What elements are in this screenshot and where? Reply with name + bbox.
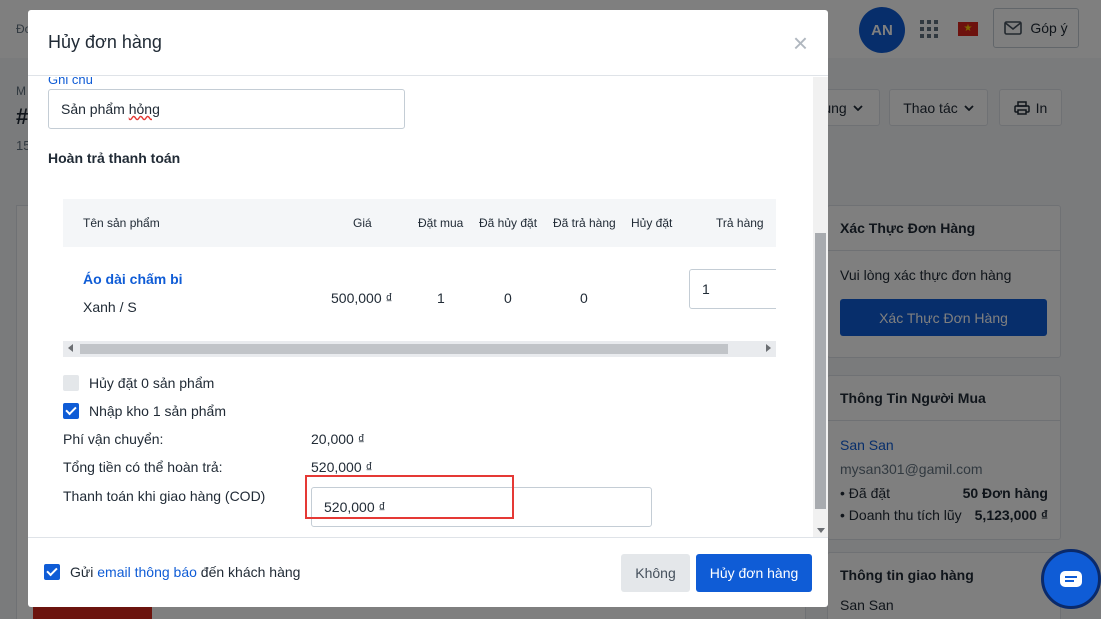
note-label: Ghi chú bbox=[48, 77, 93, 87]
cancel-products-label: Hủy đặt 0 sản phẩm bbox=[89, 375, 215, 391]
cod-label: Thanh toán khi giao hàng (COD) bbox=[63, 488, 266, 504]
chat-support-button[interactable] bbox=[1041, 549, 1101, 609]
product-variant: Xanh / S bbox=[83, 299, 137, 315]
note-value-text: Sản phẩm bbox=[61, 101, 129, 117]
restock-checkbox-row[interactable]: Nhập kho 1 sản phẩm bbox=[63, 403, 226, 419]
dialog-body[interactable]: Ghi chú Sản phẩm hỏng Hoàn trả thanh toá… bbox=[28, 77, 828, 537]
col-cancelled: Đã hủy đặt bbox=[479, 216, 538, 230]
no-button[interactable]: Không bbox=[621, 554, 690, 592]
col-return: Trả hàng bbox=[716, 216, 764, 230]
cancelled-qty: 0 bbox=[504, 290, 512, 306]
note-input[interactable]: Sản phẩm hỏng bbox=[48, 89, 405, 129]
note-value-misspelled: hỏng bbox=[128, 101, 160, 117]
close-icon[interactable]: × bbox=[793, 30, 808, 56]
cod-highlight-box bbox=[305, 475, 514, 519]
scroll-left-icon[interactable] bbox=[68, 344, 73, 352]
col-product: Tên sản phẩm bbox=[83, 216, 160, 230]
refundable-total-value: 520,000 ₫ bbox=[311, 459, 373, 475]
shipping-fee-value: 20,000 ₫ bbox=[311, 431, 365, 447]
notify-suffix: đến khách hàng bbox=[196, 564, 301, 580]
cancel-order-button[interactable]: Hủy đơn hàng bbox=[696, 554, 812, 592]
return-qty-value: 1 bbox=[702, 281, 710, 297]
product-name-link[interactable]: Áo dài chấm bi bbox=[83, 271, 183, 287]
scroll-right-icon[interactable] bbox=[766, 344, 771, 352]
email-notification-link[interactable]: email thông báo bbox=[97, 564, 197, 580]
scroll-thumb[interactable] bbox=[80, 344, 728, 354]
refund-section-title: Hoàn trả thanh toán bbox=[48, 150, 181, 166]
cancel-products-checkbox-row[interactable]: Hủy đặt 0 sản phẩm bbox=[63, 375, 214, 391]
cancel-order-dialog: Hủy đơn hàng × Ghi chú Sản phẩm hỏng Hoà… bbox=[28, 10, 828, 607]
restock-label: Nhập kho 1 sản phẩm bbox=[89, 403, 226, 419]
dialog-footer: Gửi email thông báo đến khách hàng Không… bbox=[28, 537, 828, 607]
col-price: Giá bbox=[353, 216, 372, 230]
refund-products-table: Tên sản phẩm Giá Đặt mua Đã hủy đặt Đã t… bbox=[63, 199, 776, 349]
return-qty-input[interactable]: 1 bbox=[689, 269, 776, 309]
notify-customer-row[interactable]: Gửi email thông báo đến khách hàng bbox=[44, 564, 300, 580]
notify-text: Gửi email thông báo đến khách hàng bbox=[70, 564, 300, 580]
col-cancel: Hủy đặt bbox=[631, 216, 673, 230]
returned-qty: 0 bbox=[580, 290, 588, 306]
ordered-qty: 1 bbox=[437, 290, 445, 306]
table-header: Tên sản phẩm Giá Đặt mua Đã hủy đặt Đã t… bbox=[63, 199, 776, 247]
table-horizontal-scrollbar[interactable] bbox=[63, 341, 776, 357]
restock-checkbox[interactable] bbox=[63, 403, 79, 419]
vertical-scroll-thumb[interactable] bbox=[815, 233, 826, 509]
dialog-vertical-scrollbar[interactable] bbox=[813, 77, 828, 537]
dialog-header: Hủy đơn hàng × bbox=[28, 10, 828, 76]
refundable-total-label: Tổng tiền có thể hoàn trả: bbox=[63, 459, 223, 475]
chat-icon bbox=[1060, 571, 1082, 587]
cancel-products-checkbox[interactable] bbox=[63, 375, 79, 391]
product-price: 500,000 ₫ bbox=[331, 290, 393, 306]
col-returned: Đã trả hàng bbox=[553, 216, 616, 230]
notify-prefix: Gửi bbox=[70, 564, 98, 580]
scroll-down-icon[interactable] bbox=[817, 528, 825, 533]
dialog-title: Hủy đơn hàng bbox=[48, 32, 162, 52]
notify-checkbox[interactable] bbox=[44, 564, 60, 580]
col-ordered: Đặt mua bbox=[418, 216, 464, 230]
shipping-fee-label: Phí vận chuyển: bbox=[63, 431, 164, 447]
